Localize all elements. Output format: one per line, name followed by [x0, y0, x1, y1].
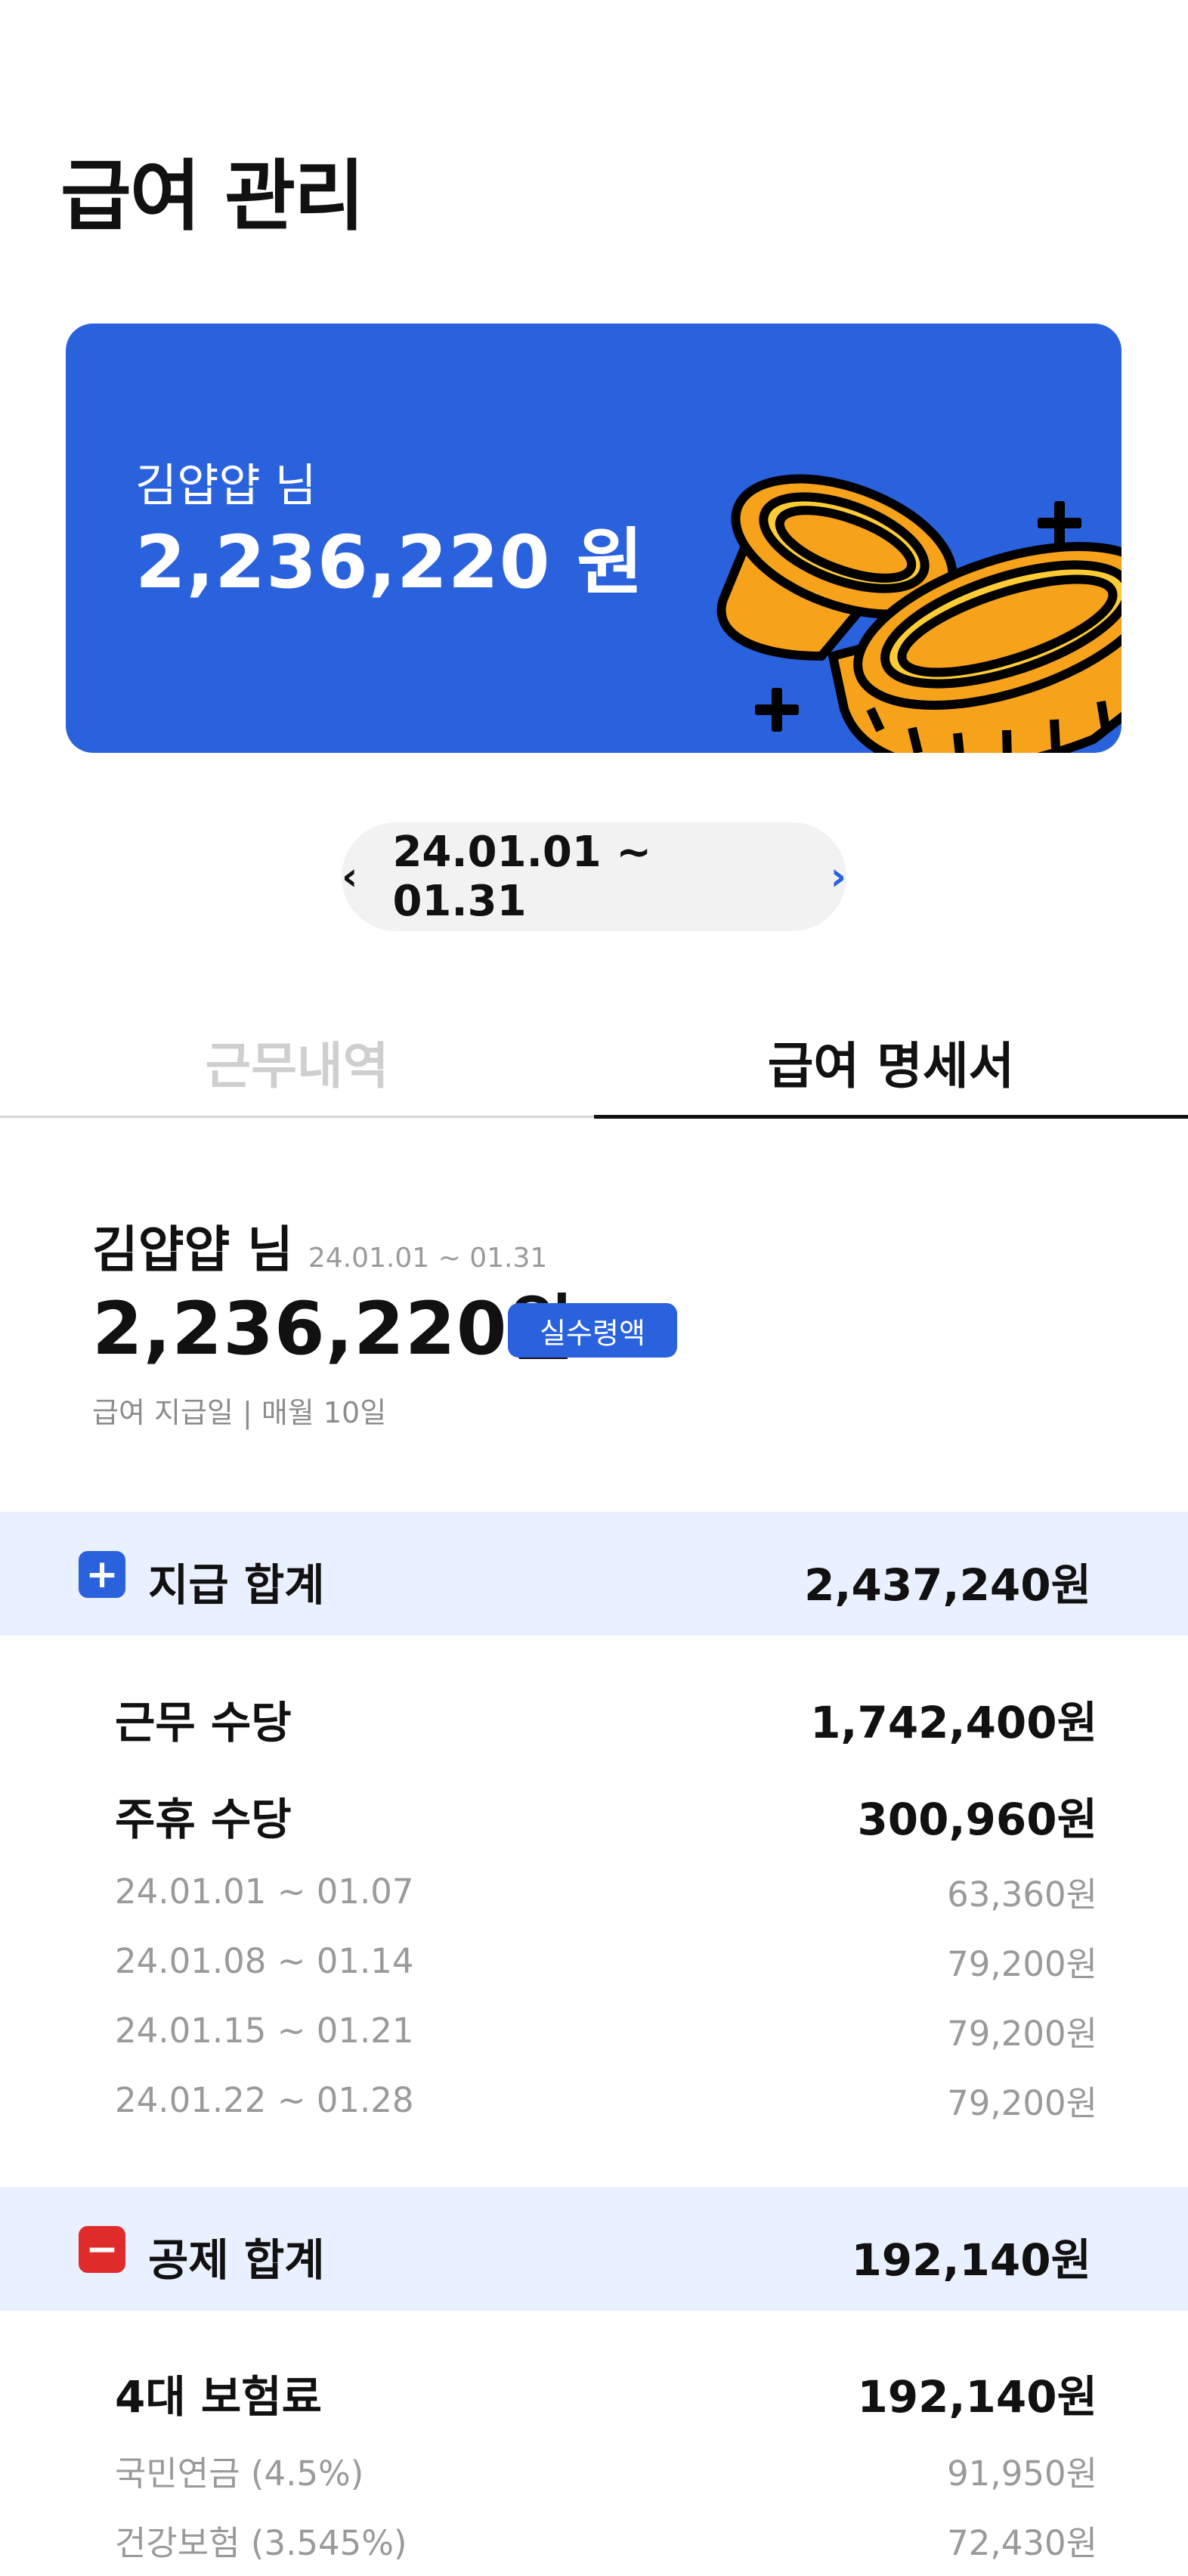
list-item: 24.01.15 ~ 01.21 79,200원 — [115, 2006, 1097, 2055]
item-label: 24.01.08 ~ 01.14 — [115, 1941, 414, 1981]
list-item: 주휴 수당 300,960원 — [115, 1784, 1097, 1847]
item-value: 79,200원 — [947, 2083, 1097, 2123]
deductions-total-value: 192,140원 — [851, 2234, 1091, 2286]
salary-hero-card: 김얍얍 님 2,236,220 원 — [66, 324, 1121, 753]
item-label: 근무 수당 — [115, 1697, 292, 1748]
payments-total-value: 2,437,240원 — [804, 1559, 1091, 1611]
period-label: 24.01.01 ~ 01.31 — [392, 828, 652, 926]
hero-net-amount: 2,236,220 원 — [135, 520, 645, 605]
payments-total-label: 지급 합계 — [148, 1559, 325, 1611]
item-label: 24.01.01 ~ 01.07 — [115, 1872, 414, 1912]
sparkle-plus-icon — [755, 688, 799, 732]
tab-divider — [0, 1116, 594, 1118]
hero-user-name: 김얍얍 님 — [135, 460, 317, 512]
active-tab-indicator — [594, 1115, 1188, 1119]
coins-icon — [716, 474, 1121, 753]
item-value: 79,200원 — [947, 1944, 1097, 1984]
item-label: 24.01.15 ~ 01.21 — [115, 2011, 414, 2051]
item-label: 국민연금 (4.5%) — [115, 2454, 364, 2494]
item-value: 72,430원 — [947, 2523, 1097, 2563]
list-item: 24.01.08 ~ 01.14 79,200원 — [115, 1937, 1097, 1986]
deductions-total-label: 공제 합계 — [148, 2234, 325, 2286]
item-value: 91,950원 — [947, 2454, 1097, 2494]
list-item: 건강보험 (3.545%) 72,430원 — [115, 2516, 1097, 2565]
statement-user-name: 김얍얍 님 — [92, 1221, 293, 1279]
list-item: 국민연금 (4.5%) 91,950원 — [115, 2446, 1097, 2495]
payments-total-band: + 지급 합계 2,437,240원 — [0, 1512, 1188, 1636]
minus-square-icon: − — [79, 2226, 125, 2273]
deductions-total-band: − 공제 합계 192,140원 — [0, 2187, 1188, 2311]
chevron-right-icon[interactable]: › — [831, 857, 846, 896]
item-value: 192,140원 — [857, 2371, 1097, 2423]
tab-work-history[interactable]: 근무내역 — [0, 1005, 594, 1119]
statement-period: 24.01.01 ~ 01.31 — [308, 1243, 548, 1274]
tab-bar: 근무내역 급여 명세서 — [0, 1005, 1188, 1119]
list-item: 근무 수당 1,742,400원 — [115, 1687, 1097, 1751]
item-value: 79,200원 — [947, 2014, 1097, 2054]
item-value: 1,742,400원 — [810, 1697, 1097, 1748]
sparkle-plus-icon — [1038, 501, 1081, 545]
statement-net-amount: 2,236,220원 — [92, 1286, 575, 1371]
plus-square-icon: + — [79, 1551, 125, 1598]
statement-header: 김얍얍 님 24.01.01 ~ 01.31 — [92, 1209, 547, 1282]
list-item: 24.01.22 ~ 01.28 79,200원 — [115, 2076, 1097, 2125]
item-label: 4대 보험료 — [115, 2371, 322, 2423]
chevron-left-icon[interactable]: ‹ — [342, 857, 357, 896]
net-pay-badge: 실수령액 — [508, 1303, 677, 1358]
page-title: 급여 관리 — [60, 152, 365, 242]
tab-pay-statement[interactable]: 급여 명세서 — [594, 1005, 1188, 1119]
item-label: 주휴 수당 — [115, 1794, 292, 1845]
list-item: 24.01.01 ~ 01.07 63,360원 — [115, 1867, 1097, 1916]
item-label: 건강보험 (3.545%) — [115, 2523, 407, 2563]
item-value: 300,960원 — [857, 1794, 1097, 1845]
period-selector: ‹ 24.01.01 ~ 01.31 › — [342, 822, 846, 931]
list-item: 4대 보험료 192,140원 — [115, 2361, 1097, 2425]
item-value: 63,360원 — [947, 1875, 1097, 1915]
payday-info: 급여 지급일 | 매월 10일 — [92, 1396, 387, 1429]
item-label: 24.01.22 ~ 01.28 — [115, 2080, 414, 2120]
